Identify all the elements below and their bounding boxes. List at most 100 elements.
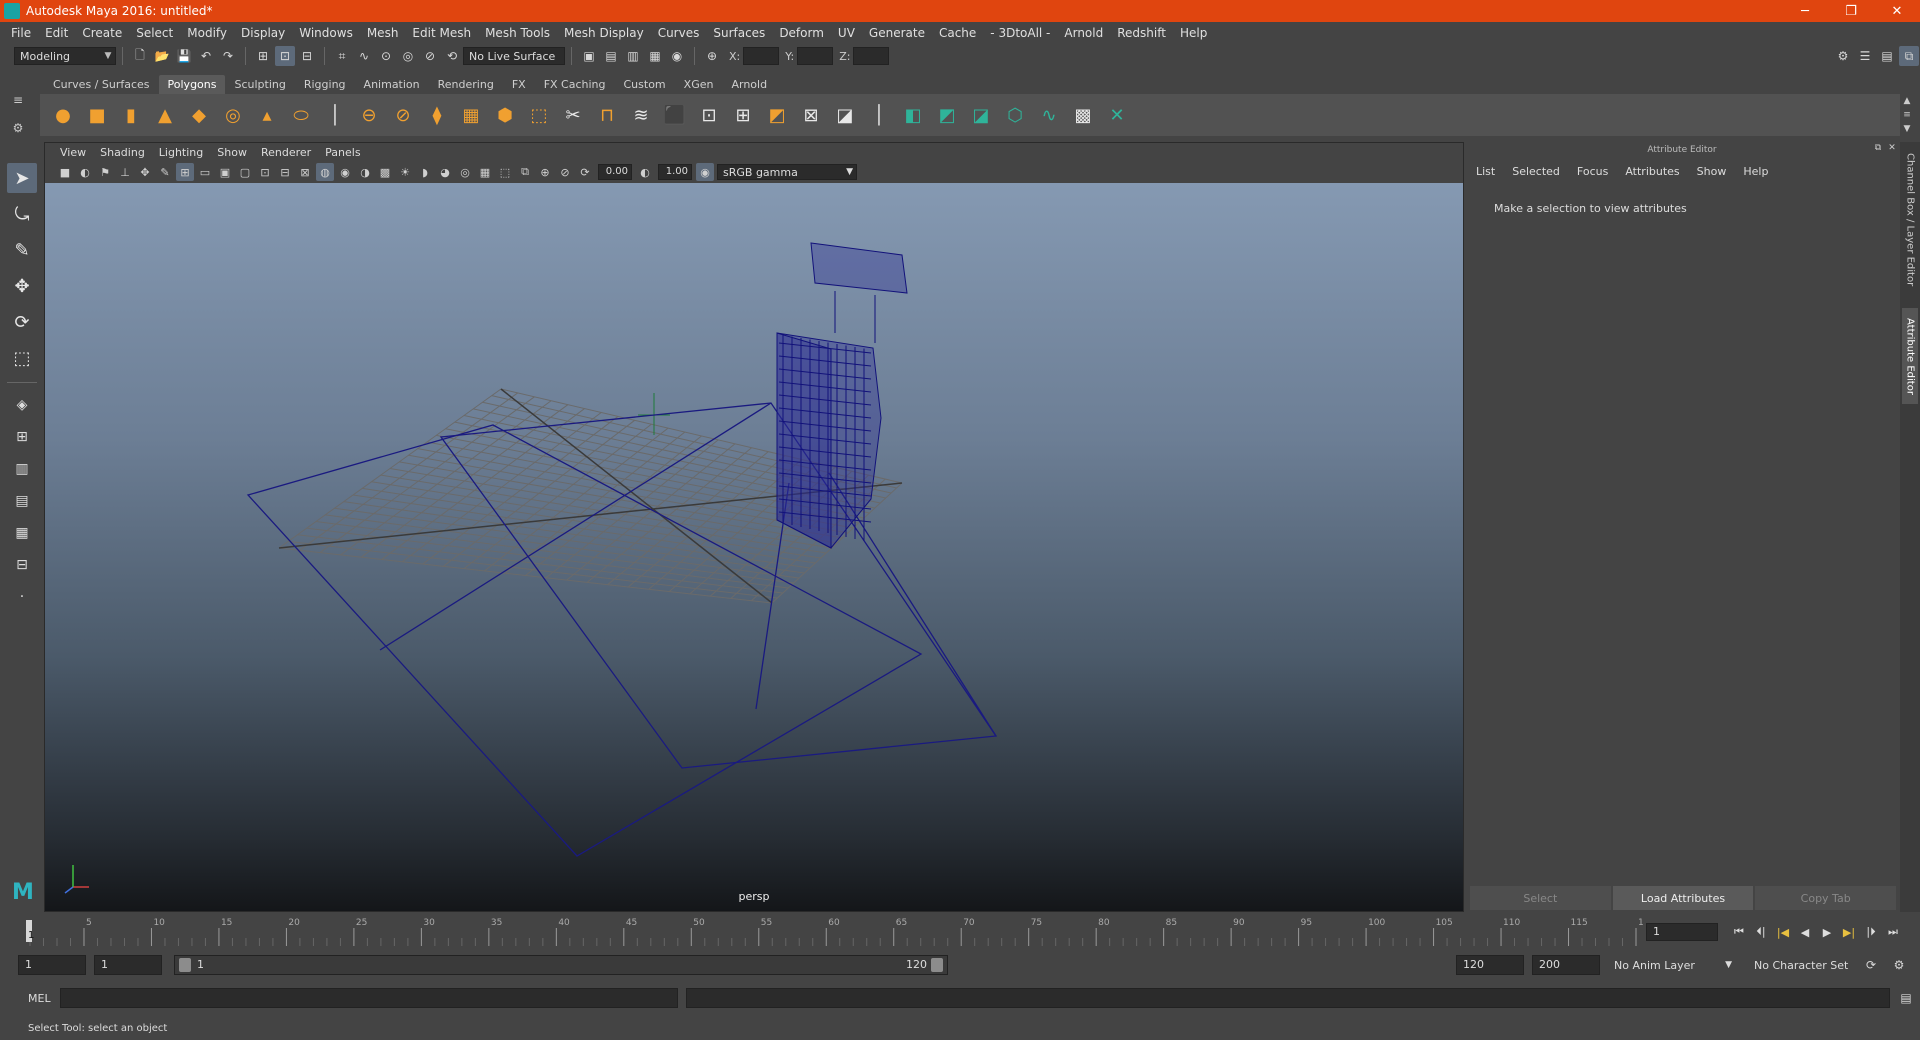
coord-x-field[interactable] <box>743 47 780 65</box>
lasso-tool-icon[interactable]: ⤿ <box>7 199 37 229</box>
uv-editor-icon[interactable]: ◪ <box>832 102 858 128</box>
snap-live-icon[interactable]: ⊘ <box>420 46 440 66</box>
menu-display[interactable]: Display <box>234 26 292 40</box>
viewport-menu-view[interactable]: View <box>53 146 93 159</box>
gate-mask-icon[interactable]: ▢ <box>236 163 254 181</box>
bookmark-icon[interactable]: ⚑ <box>96 163 114 181</box>
poly-pyramid-icon[interactable]: ▴ <box>254 102 280 128</box>
planar-mapping-icon[interactable]: ◩ <box>764 102 790 128</box>
single-perspective-layout-icon[interactable]: ◈ <box>7 392 37 418</box>
go-to-end-icon[interactable]: ⏭ <box>1882 922 1904 942</box>
mel-input[interactable] <box>60 988 678 1008</box>
ipr-render-icon[interactable]: ▥ <box>623 46 643 66</box>
shelf-tab-animation[interactable]: Animation <box>355 75 429 94</box>
live-surface-field[interactable]: No Live Surface <box>463 47 565 65</box>
motion-blur-icon[interactable]: ◎ <box>456 163 474 181</box>
menu-mesh-display[interactable]: Mesh Display <box>557 26 651 40</box>
resolution-gate-icon[interactable]: ▣ <box>216 163 234 181</box>
3d-scene[interactable]: persp <box>45 183 1463 911</box>
camera-attributes-icon[interactable]: ◐ <box>76 163 94 181</box>
2d-pan-zoom-icon[interactable]: ✥ <box>136 163 154 181</box>
menu-deform[interactable]: Deform <box>772 26 831 40</box>
hypershade-icon[interactable]: ◉ <box>667 46 687 66</box>
scale-tool-icon[interactable]: ⬚ <box>7 343 37 373</box>
select-camera-icon[interactable]: ■ <box>56 163 74 181</box>
auto-key-icon[interactable]: ⟳ <box>1861 955 1881 975</box>
menu-redshift[interactable]: Redshift <box>1110 26 1173 40</box>
attr-menu-show[interactable]: Show <box>1697 165 1736 178</box>
safe-action-icon[interactable]: ⊟ <box>276 163 294 181</box>
transform-mode-icon[interactable]: ⊕ <box>702 46 722 66</box>
smooth-icon[interactable]: ▦ <box>458 102 484 128</box>
select-components-icon[interactable]: ⊟ <box>297 46 317 66</box>
shelf-tab-xgen[interactable]: XGen <box>675 75 723 94</box>
view-transform-dropdown[interactable]: sRGB gamma ▼ <box>717 164 857 180</box>
safe-title-icon[interactable]: ⊠ <box>296 163 314 181</box>
layout-extra-icon[interactable]: · <box>7 584 37 610</box>
shelf-tab-rigging[interactable]: Rigging <box>295 75 355 94</box>
fill-hole-icon[interactable]: ⊡ <box>696 102 722 128</box>
poly-plane-icon[interactable]: ◆ <box>186 102 212 128</box>
undo-icon[interactable]: ↶ <box>196 46 216 66</box>
range-end-handle[interactable] <box>931 958 943 972</box>
wireframe-on-shaded-icon[interactable]: ◑ <box>356 163 374 181</box>
poly-cylinder-icon[interactable]: ▮ <box>118 102 144 128</box>
exposure-icon[interactable]: ⟳ <box>576 163 594 181</box>
boolean-union-icon[interactable]: ⧫ <box>424 102 450 128</box>
layer-editor-toggle-icon[interactable]: ⧉ <box>1899 46 1919 66</box>
combine-icon[interactable]: ⊖ <box>356 102 382 128</box>
viewport-menu-show[interactable]: Show <box>210 146 254 159</box>
isolate-select-icon[interactable]: ⬚ <box>496 163 514 181</box>
copy-tab-button[interactable]: Copy Tab <box>1755 886 1897 910</box>
channel-box-toggle-icon[interactable]: ▤ <box>1877 46 1897 66</box>
attribute-editor-toggle-icon[interactable]: ☰ <box>1855 46 1875 66</box>
menu-file[interactable]: File <box>4 26 38 40</box>
tab-attribute-editor[interactable]: Attribute Editor <box>1902 308 1918 404</box>
redo-icon[interactable]: ↷ <box>218 46 238 66</box>
menu-modify[interactable]: Modify <box>180 26 234 40</box>
persp-uv-layout-icon[interactable]: ⊟ <box>7 552 37 578</box>
attr-menu-help[interactable]: Help <box>1743 165 1777 178</box>
menu-mesh-tools[interactable]: Mesh Tools <box>478 26 557 40</box>
merge-icon[interactable]: ⊞ <box>730 102 756 128</box>
snap-curve-icon[interactable]: ∿ <box>354 46 374 66</box>
shadows-icon[interactable]: ◗ <box>416 163 434 181</box>
shelf-menu-icon[interactable]: ≡ <box>13 93 23 107</box>
shelf-menu-icon[interactable]: ≡ <box>1903 110 1911 120</box>
persp-outliner-layout-icon[interactable]: ▥ <box>7 456 37 482</box>
close-panel-icon[interactable]: ✕ <box>1886 143 1898 155</box>
insert-edge-loop-icon[interactable]: ≋ <box>628 102 654 128</box>
shelf-tab-fx[interactable]: FX <box>503 75 535 94</box>
four-view-layout-icon[interactable]: ⊞ <box>7 424 37 450</box>
shelf-scroll[interactable]: ▲ ≡ ▼ <box>1898 96 1916 134</box>
xray-joints-icon[interactable]: ⊕ <box>536 163 554 181</box>
automatic-mapping-icon[interactable]: ⊠ <box>798 102 824 128</box>
film-gate-icon[interactable]: ▭ <box>196 163 214 181</box>
mel-label[interactable]: MEL <box>0 992 60 1005</box>
viewport-menu-renderer[interactable]: Renderer <box>254 146 318 159</box>
select-objects-icon[interactable]: ⊡ <box>275 46 295 66</box>
animation-preferences-icon[interactable]: ⚙ <box>1889 955 1909 975</box>
viewport-menu-lighting[interactable]: Lighting <box>152 146 210 159</box>
snap-point-icon[interactable]: ⊙ <box>376 46 396 66</box>
grid-toggle-icon[interactable]: ⊞ <box>176 163 194 181</box>
viewport-menu-shading[interactable]: Shading <box>93 146 152 159</box>
smooth-shade-icon[interactable]: ◉ <box>336 163 354 181</box>
anti-aliasing-icon[interactable]: ▦ <box>476 163 494 181</box>
bend-icon[interactable]: ◩ <box>934 102 960 128</box>
float-panel-icon[interactable]: ⧉ <box>1872 143 1884 155</box>
checker-icon[interactable]: ▩ <box>1070 102 1096 128</box>
color-management-icon[interactable]: ◉ <box>696 163 714 181</box>
separate-icon[interactable]: ⊘ <box>390 102 416 128</box>
poly-sphere-icon[interactable]: ● <box>50 102 76 128</box>
poly-pipe-icon[interactable]: ⬭ <box>288 102 314 128</box>
menu-surfaces[interactable]: Surfaces <box>706 26 772 40</box>
mirror-icon[interactable]: ◧ <box>900 102 926 128</box>
animation-start-field[interactable]: 1 <box>18 955 86 975</box>
maximize-button[interactable]: ❐ <box>1828 0 1874 22</box>
move-tool-icon[interactable]: ✥ <box>7 271 37 301</box>
gamma-icon[interactable]: ◐ <box>636 163 654 181</box>
extrude-icon[interactable]: ⬢ <box>492 102 518 128</box>
tab-channel-box-layer-editor[interactable]: Channel Box / Layer Editor <box>1902 150 1918 290</box>
menu-cache[interactable]: Cache <box>932 26 983 40</box>
